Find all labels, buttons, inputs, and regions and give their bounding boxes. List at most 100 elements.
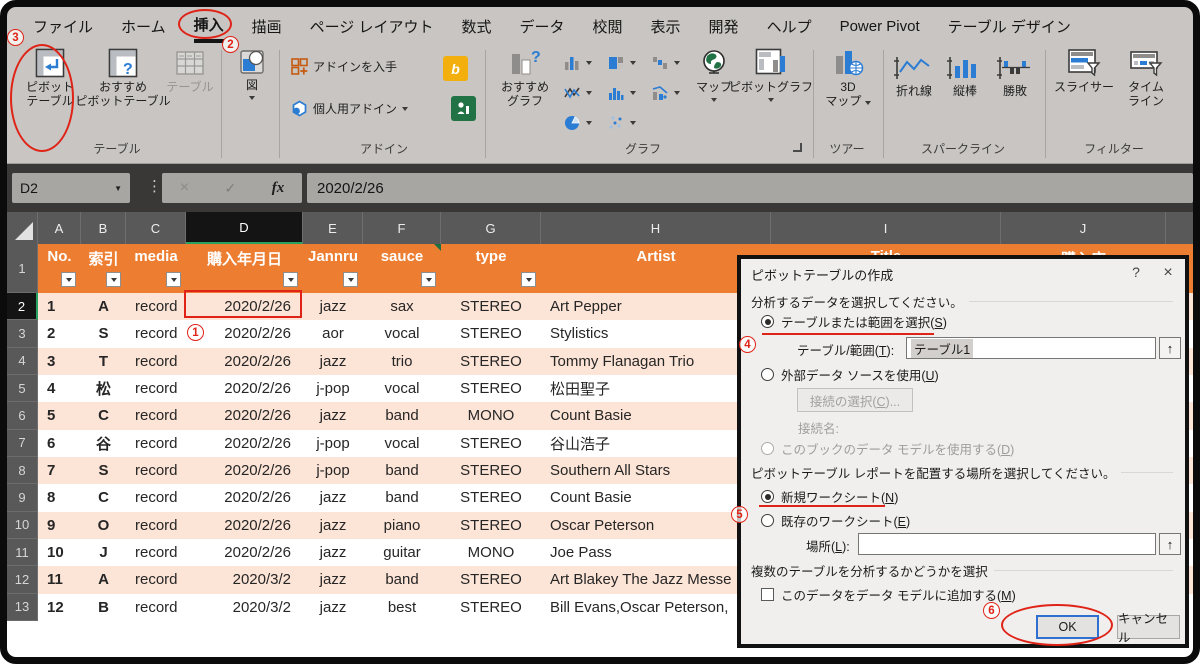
get-addins-button[interactable]: アドインを入手 bbox=[291, 58, 397, 75]
cell[interactable]: STEREO bbox=[441, 566, 541, 593]
cell[interactable]: 2020/2/26 bbox=[186, 348, 303, 375]
cell[interactable]: jazz bbox=[303, 539, 363, 566]
row-header-7[interactable]: 7 bbox=[7, 429, 38, 457]
row-header-3[interactable]: 3 bbox=[7, 320, 38, 348]
cell[interactable]: STEREO bbox=[441, 457, 541, 484]
bing-maps-addin-icon[interactable]: b bbox=[443, 56, 468, 81]
cell[interactable]: 8 bbox=[38, 484, 81, 511]
cell[interactable]: 2020/2/26 bbox=[186, 375, 303, 402]
cell[interactable]: record bbox=[126, 512, 186, 539]
filter-dropdown-button[interactable] bbox=[421, 272, 436, 287]
cell[interactable]: 谷 bbox=[81, 430, 126, 457]
cell[interactable]: C bbox=[81, 402, 126, 429]
filter-dropdown-button[interactable] bbox=[166, 272, 181, 287]
radio-new-worksheet[interactable]: 新規ワークシート(N) bbox=[761, 487, 898, 506]
row-header-10[interactable]: 10 bbox=[7, 511, 38, 539]
tab-file[interactable]: ファイル bbox=[33, 10, 93, 41]
cell[interactable]: record bbox=[126, 539, 186, 566]
dialog-help-icon[interactable]: ? bbox=[1125, 264, 1147, 280]
checkbox-add-to-data-model[interactable]: このデータをデータ モデルに追加する(M) bbox=[761, 585, 1016, 604]
row-header-6[interactable]: 6 bbox=[7, 402, 38, 430]
row-header-8[interactable]: 8 bbox=[7, 456, 38, 485]
slicer-button[interactable]: スライサー bbox=[1053, 48, 1115, 95]
cell[interactable]: 7 bbox=[38, 457, 81, 484]
table-column-header-1[interactable]: No. bbox=[38, 244, 81, 293]
cell[interactable]: record bbox=[126, 484, 186, 511]
column-header-G[interactable]: G bbox=[441, 212, 541, 244]
cell[interactable]: jazz bbox=[303, 512, 363, 539]
cell[interactable]: 2020/2/26 bbox=[186, 539, 303, 566]
cell[interactable]: STEREO bbox=[441, 320, 541, 347]
row-header-11[interactable]: 11 bbox=[7, 538, 38, 567]
choose-connection-button[interactable]: 接続の選択(C)... bbox=[797, 388, 913, 412]
row-header-5[interactable]: 5 bbox=[7, 374, 38, 403]
tab-draw[interactable]: 描画 bbox=[252, 10, 282, 41]
formula-input[interactable]: 2020/2/26 bbox=[307, 173, 1193, 203]
cell[interactable]: band bbox=[363, 457, 441, 484]
table-column-header-2[interactable]: 索引 bbox=[81, 244, 126, 293]
insert-hierarchy-chart-button[interactable] bbox=[607, 54, 636, 72]
insert-line-chart-button[interactable] bbox=[563, 84, 592, 102]
cell[interactable]: MONO bbox=[441, 402, 541, 429]
pivotchart-button[interactable]: ピボットグラフ bbox=[729, 48, 813, 102]
cell[interactable]: A bbox=[81, 566, 126, 593]
cancel-button[interactable]: キャンセル bbox=[1117, 612, 1180, 645]
cell[interactable]: J bbox=[81, 539, 126, 566]
cell[interactable]: 12 bbox=[38, 594, 81, 621]
tab-data[interactable]: データ bbox=[520, 10, 565, 41]
tab-formulas[interactable]: 数式 bbox=[461, 10, 491, 41]
select-all-corner[interactable] bbox=[7, 212, 38, 244]
radio-external-source[interactable]: 外部データ ソースを使用(U) bbox=[761, 365, 939, 384]
radio-existing-worksheet[interactable]: 既存のワークシート(E) bbox=[761, 511, 910, 530]
cell[interactable]: vocal bbox=[363, 430, 441, 457]
cell[interactable]: j-pop bbox=[303, 457, 363, 484]
table-column-header-6[interactable]: sauce bbox=[363, 244, 441, 293]
cell[interactable]: 2020/2/26 bbox=[186, 402, 303, 429]
cell[interactable]: jazz bbox=[303, 566, 363, 593]
cell[interactable]: MONO bbox=[441, 539, 541, 566]
3d-map-button[interactable]: 3D マップ bbox=[819, 48, 877, 109]
people-graph-addin-icon[interactable] bbox=[451, 96, 476, 121]
cell[interactable]: record bbox=[126, 348, 186, 375]
cell[interactable]: band bbox=[363, 402, 441, 429]
insert-scatter-chart-button[interactable] bbox=[607, 114, 636, 132]
cell[interactable]: band bbox=[363, 566, 441, 593]
cell[interactable]: 2020/2/26 bbox=[186, 457, 303, 484]
filter-dropdown-button[interactable] bbox=[343, 272, 358, 287]
cell[interactable]: record bbox=[126, 402, 186, 429]
filter-dropdown-button[interactable] bbox=[61, 272, 76, 287]
cell[interactable]: 2020/2/26 bbox=[186, 512, 303, 539]
filter-dropdown-button[interactable] bbox=[106, 272, 121, 287]
cell[interactable]: 9 bbox=[38, 512, 81, 539]
cell[interactable]: jazz bbox=[303, 348, 363, 375]
cell[interactable]: jazz bbox=[303, 402, 363, 429]
timeline-button[interactable]: タイム ライン bbox=[1119, 48, 1173, 109]
cell[interactable]: B bbox=[81, 594, 126, 621]
cell[interactable]: STEREO bbox=[441, 293, 541, 320]
insert-pie-chart-button[interactable] bbox=[563, 114, 592, 132]
recommended-charts-button[interactable]: ? おすすめ グラフ bbox=[493, 48, 557, 109]
cell[interactable]: band bbox=[363, 484, 441, 511]
cell[interactable]: 2020/3/2 bbox=[186, 566, 303, 593]
cell[interactable]: STEREO bbox=[441, 484, 541, 511]
column-header-A[interactable]: A bbox=[38, 212, 81, 244]
insert-column-chart-button[interactable] bbox=[563, 54, 592, 72]
column-header-C[interactable]: C bbox=[126, 212, 186, 244]
range-picker-button[interactable]: ↑ bbox=[1159, 533, 1181, 555]
cell[interactable]: 1 bbox=[38, 293, 81, 320]
column-header-B[interactable]: B bbox=[81, 212, 126, 244]
name-box[interactable]: D2 ▼ bbox=[12, 173, 130, 203]
table-button[interactable]: テーブル bbox=[165, 48, 215, 95]
cell[interactable]: STEREO bbox=[441, 375, 541, 402]
column-header-J[interactable]: J bbox=[1001, 212, 1166, 244]
cell[interactable]: record bbox=[126, 594, 186, 621]
personal-addins-button[interactable]: 個人用アドイン bbox=[291, 100, 409, 117]
cell[interactable]: 2 bbox=[38, 320, 81, 347]
sparkline-winloss-button[interactable]: 勝敗 bbox=[991, 54, 1039, 99]
tab-power-pivot[interactable]: Power Pivot bbox=[840, 12, 920, 39]
sparkline-column-button[interactable]: 縦棒 bbox=[943, 54, 987, 99]
cell[interactable]: 松 bbox=[81, 375, 126, 402]
column-header-D[interactable]: D bbox=[186, 212, 303, 244]
row-header-13[interactable]: 13 bbox=[7, 593, 38, 621]
row-header-4[interactable]: 4 bbox=[7, 347, 38, 375]
